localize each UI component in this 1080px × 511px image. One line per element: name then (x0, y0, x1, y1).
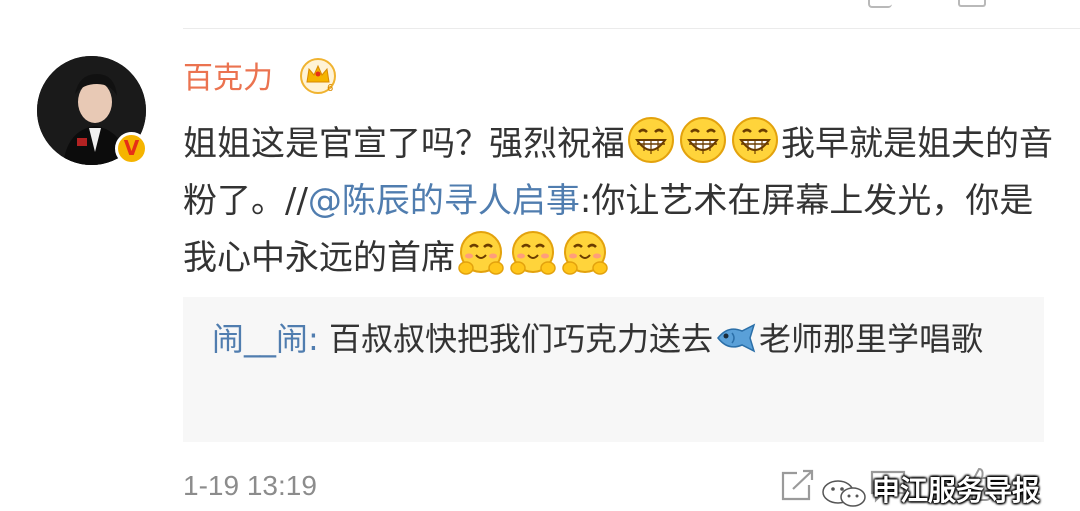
watermark-text: 申江服务导报 (872, 474, 1041, 507)
hug-emoji (457, 230, 505, 278)
repost-username[interactable]: 闹__闹 (212, 320, 308, 358)
repost-text-1: 百叔叔快把我们巧克力送去 (328, 320, 713, 358)
grin-emoji (731, 116, 779, 164)
verified-badge: V (115, 132, 148, 165)
wechat-logo (820, 478, 870, 507)
top-action-icon[interactable] (868, 0, 892, 8)
hug-emoji (561, 230, 609, 278)
username[interactable]: 百克力 (183, 56, 273, 102)
mention-link[interactable]: @陈辰的寻人启事 (308, 181, 580, 221)
repost-text: 闹__闹: 百叔叔快把我们巧克力送去 老师那里学唱歌 (212, 314, 1022, 365)
svg-text:6: 6 (327, 83, 333, 94)
post-content: 姐姐这是官宣了吗？强烈祝福 我早就是姐夫的音粉了。//@陈辰的寻人启事:你让艺术在… (183, 116, 1063, 287)
grin-emoji (679, 116, 727, 164)
share-icon[interactable] (781, 469, 815, 501)
divider (183, 28, 1080, 29)
repost-text-2: 老师那里学唱歌 (758, 320, 983, 358)
content-text-1: 姐姐这是官宣了吗？强烈祝福 (183, 124, 625, 164)
grin-emoji (627, 116, 675, 164)
repost-separator: : (308, 320, 329, 358)
crown-icon: 6 (300, 58, 336, 94)
timestamp: 1-19 13:19 (183, 470, 317, 501)
top-comment-icon[interactable] (958, 0, 986, 7)
fish-emoji (714, 317, 758, 353)
hug-emoji (509, 230, 557, 278)
